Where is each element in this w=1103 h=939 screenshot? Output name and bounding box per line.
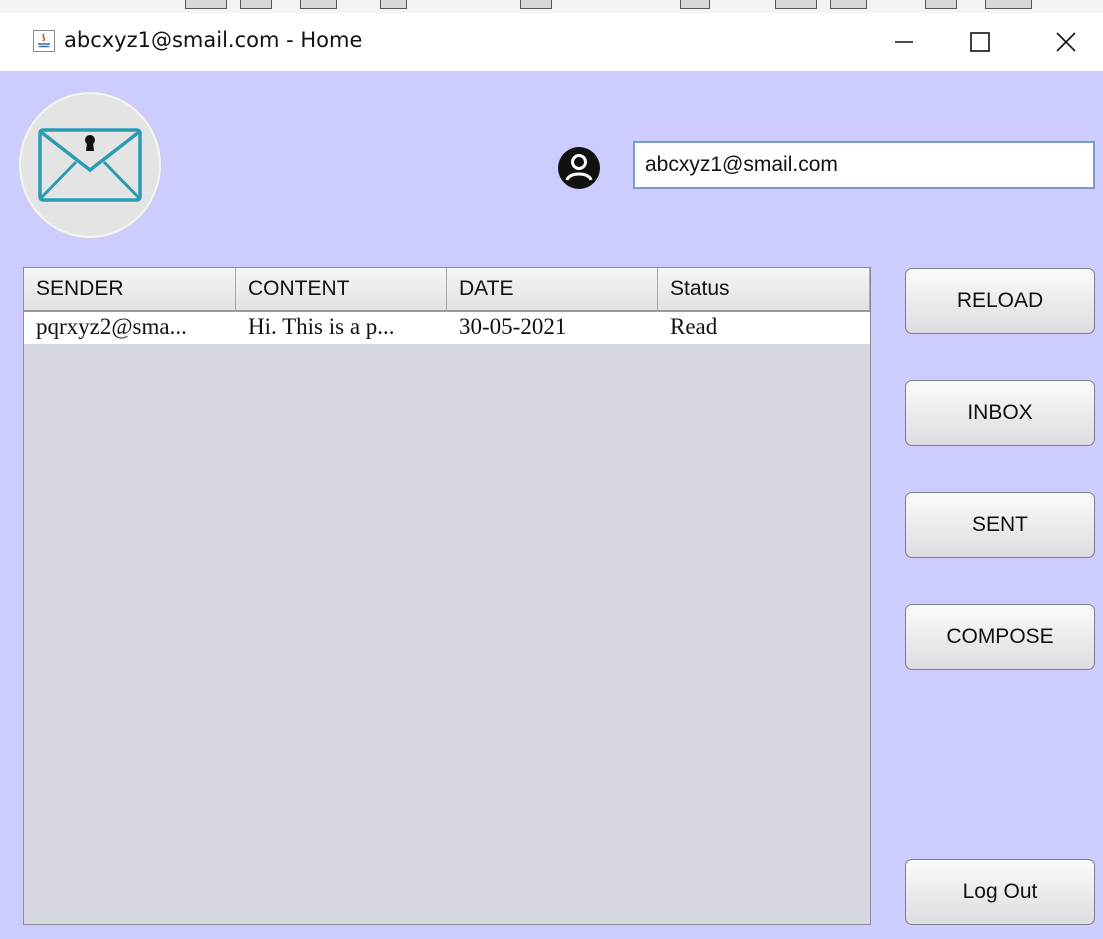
envelope-lock-icon [38,128,142,202]
column-header-content[interactable]: CONTENT [236,268,447,310]
column-header-date[interactable]: DATE [447,268,658,310]
close-button[interactable] [1036,13,1096,71]
mail-table[interactable]: SENDER CONTENT DATE Status pqrxyz2@sma..… [23,267,871,925]
user-circle-icon [558,147,600,189]
window-title: abcxyz1@smail.com - Home [64,28,363,52]
column-header-status[interactable]: Status [658,268,870,310]
cell-date: 30-05-2021 [459,314,567,339]
close-icon [1056,32,1076,52]
minimize-icon [895,41,913,43]
java-app-icon [33,30,55,52]
cell-status: Read [670,314,718,339]
maximize-button[interactable] [950,13,1010,71]
compose-button[interactable]: COMPOSE [905,604,1095,670]
minimize-button[interactable] [874,13,934,71]
main-panel: SENDER CONTENT DATE Status pqrxyz2@sma..… [0,71,1103,939]
title-bar[interactable]: abcxyz1@smail.com - Home [0,13,1103,71]
user-email-field[interactable] [633,141,1095,189]
sent-button[interactable]: SENT [905,492,1095,558]
reload-button[interactable]: RELOAD [905,268,1095,334]
inbox-button[interactable]: INBOX [905,380,1095,446]
table-row[interactable]: pqrxyz2@sma... Hi. This is a p... 30-05-… [24,312,870,344]
taskbar-strip [0,0,1103,13]
column-header-sender[interactable]: SENDER [24,268,236,310]
maximize-icon [970,32,990,52]
cell-sender: pqrxyz2@sma... [36,314,187,339]
app-logo [21,94,159,236]
logout-button[interactable]: Log Out [905,859,1095,925]
cell-content: Hi. This is a p... [248,314,395,339]
table-header: SENDER CONTENT DATE Status [24,268,870,312]
